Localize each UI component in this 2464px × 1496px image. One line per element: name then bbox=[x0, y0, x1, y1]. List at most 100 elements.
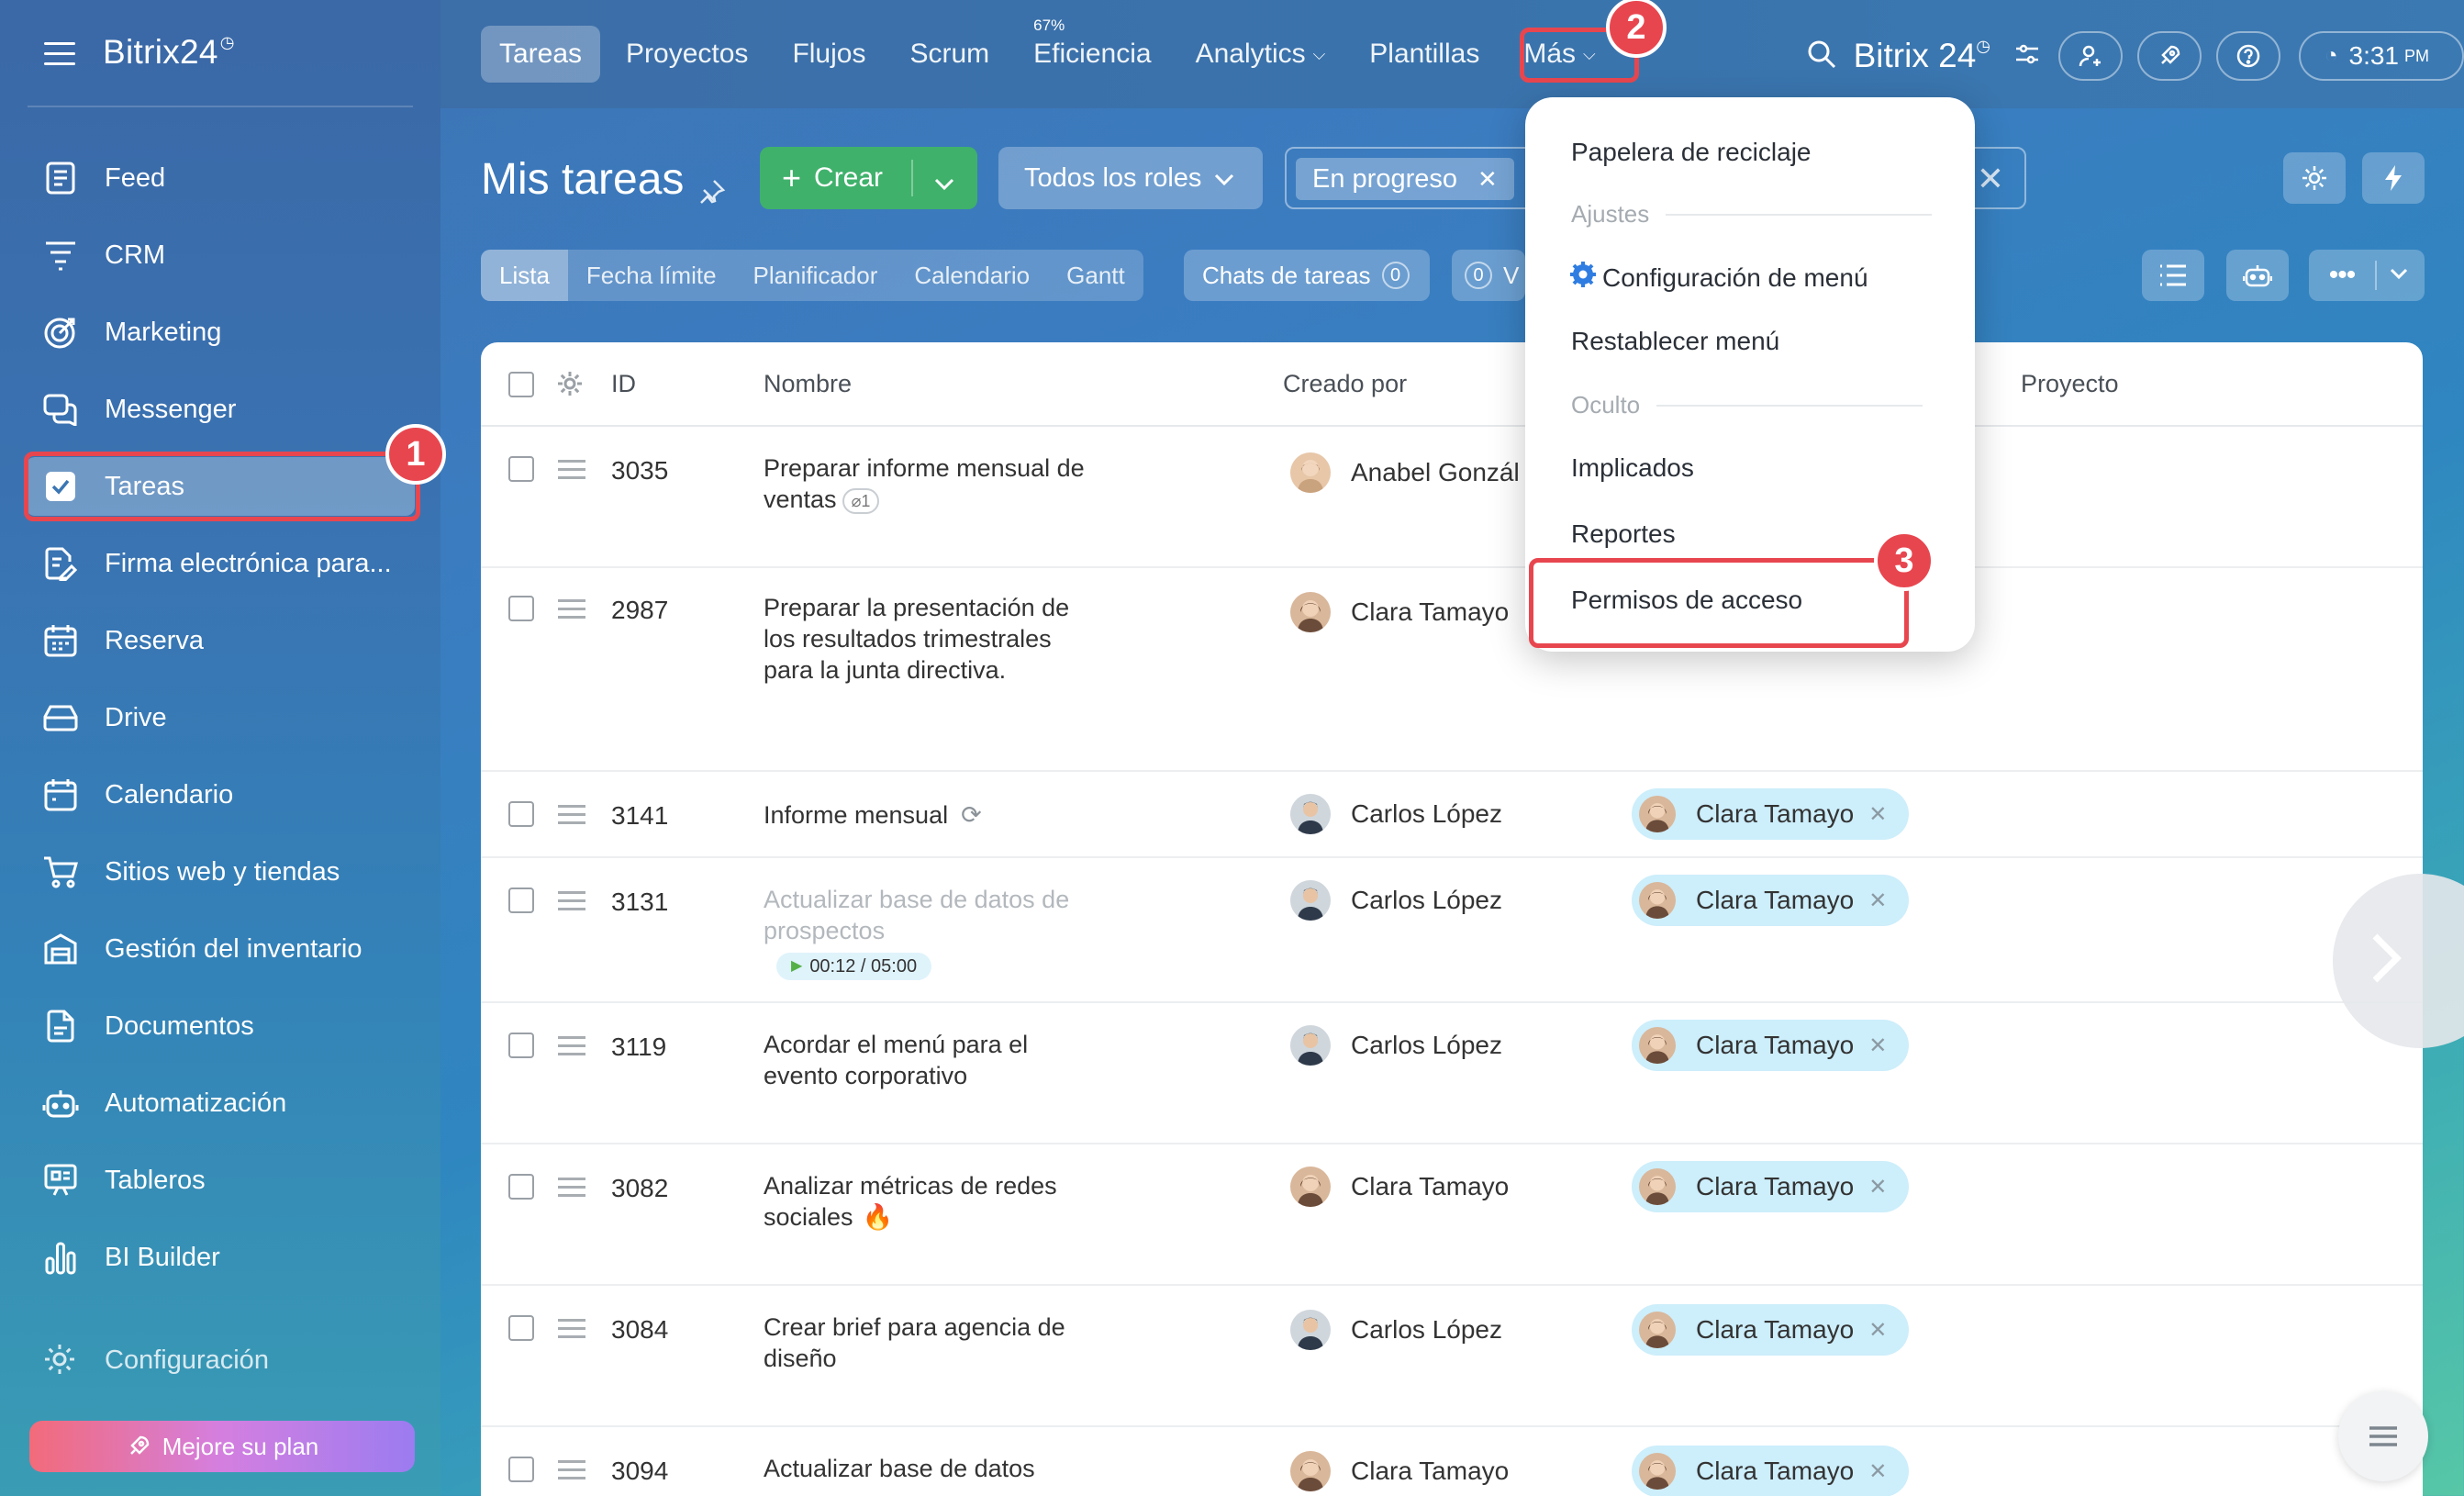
row-checkbox[interactable] bbox=[508, 1457, 534, 1482]
counter-filter-button[interactable]: 0V bbox=[1452, 250, 1525, 301]
column-settings-gear-icon[interactable] bbox=[556, 370, 584, 404]
chevron-down-icon[interactable] bbox=[2390, 267, 2408, 284]
search-icon[interactable] bbox=[1806, 39, 1837, 74]
sidebar-item-crm[interactable]: CRM bbox=[26, 217, 422, 294]
row-checkbox[interactable] bbox=[508, 1033, 534, 1058]
drag-handle-icon[interactable] bbox=[558, 1319, 585, 1344]
row-checkbox[interactable] bbox=[508, 801, 534, 827]
created-by[interactable]: Clara Tamayo bbox=[1290, 1167, 1509, 1207]
task-name[interactable]: Informe mensual ⟳ bbox=[764, 799, 1094, 831]
tab-tasks[interactable]: Tareas bbox=[481, 26, 601, 83]
rocket-button[interactable] bbox=[2137, 31, 2202, 81]
created-by[interactable]: Carlos López bbox=[1290, 1025, 1502, 1066]
sidebar-item-sites[interactable]: Sitios web y tiendas bbox=[26, 833, 422, 910]
close-icon[interactable]: ✕ bbox=[1868, 1174, 1887, 1200]
created-by[interactable]: Clara Tamayo bbox=[1290, 1451, 1509, 1491]
sidebar-item-documents[interactable]: Documentos bbox=[26, 988, 422, 1065]
menu-item-involved[interactable]: Implicados bbox=[1571, 453, 1694, 483]
view-tab-planner[interactable]: Planificador bbox=[735, 250, 897, 301]
sidebar-item-e-signature[interactable]: Firma electrónica para... bbox=[26, 525, 422, 602]
sidebar-item-tasks[interactable]: Tareas bbox=[24, 448, 422, 525]
created-by[interactable]: Clara Tamayo bbox=[1290, 592, 1509, 632]
create-button[interactable]: + Crear bbox=[760, 147, 977, 209]
drag-handle-icon[interactable] bbox=[558, 805, 585, 830]
task-name[interactable]: Acordar el menú para el evento corporati… bbox=[764, 1029, 1094, 1091]
clear-filter-icon[interactable]: ✕ bbox=[1977, 160, 2004, 198]
row-checkbox[interactable] bbox=[508, 888, 534, 913]
view-tab-calendar[interactable]: Calendario bbox=[896, 250, 1048, 301]
pin-icon[interactable] bbox=[698, 166, 726, 204]
created-by[interactable]: Carlos López bbox=[1290, 1310, 1502, 1350]
tab-flows[interactable]: Flujos bbox=[774, 26, 884, 83]
select-all-checkbox[interactable] bbox=[508, 372, 534, 397]
menu-item-reports[interactable]: Reportes bbox=[1571, 519, 1676, 549]
list-view-button[interactable] bbox=[2142, 250, 2204, 301]
roles-dropdown[interactable]: Todos los roles bbox=[998, 147, 1263, 209]
responsible-chip[interactable]: Clara Tamayo ✕ bbox=[1632, 788, 1910, 840]
drag-handle-icon[interactable] bbox=[558, 1036, 585, 1061]
close-icon[interactable]: ✕ bbox=[1868, 1458, 1887, 1485]
task-name[interactable]: Actualizar base de datos de prospectos ▶ 0… bbox=[764, 884, 1094, 980]
table-row[interactable]: 3082 Analizar métricas de redes sociales… bbox=[481, 1144, 2423, 1286]
column-header-created-by[interactable]: Creado por bbox=[1283, 370, 1407, 398]
task-name[interactable]: Actualizar base de datos bbox=[764, 1453, 1094, 1484]
task-name[interactable]: Analizar métricas de redes sociales 🔥 bbox=[764, 1170, 1094, 1233]
task-name[interactable]: Preparar informe mensual de ventas ⌀ 1 bbox=[764, 452, 1094, 515]
table-row[interactable]: 3119 Acordar el menú para el evento corp… bbox=[481, 1003, 2423, 1144]
created-by[interactable]: Carlos López bbox=[1290, 880, 1502, 921]
table-row[interactable]: 3084 Crear brief para agencia de diseño … bbox=[481, 1286, 2423, 1427]
chevron-down-icon[interactable] bbox=[934, 167, 954, 198]
work-time-clock[interactable]: ◔ 3:31 PM bbox=[2299, 31, 2464, 81]
more-actions-button[interactable]: ••• bbox=[2309, 250, 2425, 301]
app-logo[interactable]: Bitrix24 ◷ bbox=[103, 33, 235, 72]
drag-handle-icon[interactable] bbox=[558, 891, 585, 916]
responsible-chip[interactable]: Clara Tamayo ✕ bbox=[1632, 1446, 1910, 1496]
robots-button[interactable] bbox=[2226, 250, 2289, 301]
sidebar-item-drive[interactable]: Drive bbox=[26, 679, 422, 756]
sidebar-config[interactable]: Configuración bbox=[42, 1342, 269, 1379]
responsible-chip[interactable]: Clara Tamayo ✕ bbox=[1632, 1020, 1910, 1071]
sidebar-item-messenger[interactable]: Messenger bbox=[26, 371, 422, 448]
drag-handle-icon[interactable] bbox=[558, 460, 585, 485]
sidebar-item-marketing[interactable]: Marketing bbox=[26, 294, 422, 371]
view-tab-deadline[interactable]: Fecha límite bbox=[568, 250, 735, 301]
drag-handle-icon[interactable] bbox=[558, 599, 585, 624]
close-icon[interactable]: ✕ bbox=[1868, 801, 1887, 828]
created-by[interactable]: Anabel Gonzál bbox=[1290, 452, 1520, 493]
sidebar-item-automation[interactable]: Automatización bbox=[26, 1065, 422, 1142]
floating-list-button[interactable] bbox=[2338, 1391, 2428, 1481]
row-checkbox[interactable] bbox=[508, 456, 534, 482]
task-timer[interactable]: ▶ 00:12 / 05:00 bbox=[776, 953, 932, 980]
tab-analytics[interactable]: Analytics ⌵ bbox=[1177, 26, 1344, 83]
sidebar-item-inventory[interactable]: Gestión del inventario bbox=[26, 910, 422, 988]
tab-templates[interactable]: Plantillas bbox=[1351, 26, 1498, 83]
responsible-chip[interactable]: Clara Tamayo ✕ bbox=[1632, 875, 1910, 926]
table-row[interactable]: 3131 Actualizar base de datos de prospec… bbox=[481, 858, 2423, 1003]
table-row[interactable]: 2987 Preparar la presentación de los res… bbox=[481, 568, 2423, 772]
upgrade-plan-button[interactable]: Mejore su plan bbox=[29, 1421, 415, 1472]
table-row[interactable]: 3094 Actualizar base de datos Clara Tama… bbox=[481, 1427, 2423, 1496]
sidebar-item-calendar[interactable]: Calendario bbox=[26, 756, 422, 833]
table-row[interactable]: 3035 Preparar informe mensual de ventas ⌀… bbox=[481, 427, 2423, 568]
tab-efficiency[interactable]: 67% Eficiencia bbox=[1015, 17, 1169, 83]
close-icon[interactable]: ✕ bbox=[1868, 888, 1887, 914]
created-by[interactable]: Carlos López bbox=[1290, 794, 1502, 834]
drag-handle-icon[interactable] bbox=[558, 1460, 585, 1485]
column-header-name[interactable]: Nombre bbox=[764, 370, 852, 398]
menu-item-recycle-bin[interactable]: Papelera de reciclaje bbox=[1571, 138, 1812, 167]
filter-chip[interactable]: En progreso ✕ bbox=[1296, 158, 1514, 200]
sidebar-item-feed[interactable]: Feed bbox=[26, 140, 422, 217]
menu-item-menu-config[interactable]: Configuración de menú bbox=[1569, 261, 1868, 295]
sliders-icon[interactable] bbox=[2014, 42, 2040, 71]
task-name[interactable]: Preparar la presentación de los resultad… bbox=[764, 592, 1094, 686]
table-row[interactable]: 3141 Informe mensual ⟳ Carlos López Clara… bbox=[481, 772, 2423, 858]
attachment-tag[interactable]: ⌀ 1 bbox=[842, 487, 880, 514]
row-checkbox[interactable] bbox=[508, 1174, 534, 1200]
task-name[interactable]: Crear brief para agencia de diseño bbox=[764, 1312, 1094, 1374]
menu-item-reset-menu[interactable]: Restablecer menú bbox=[1571, 327, 1779, 356]
automation-flash-button[interactable] bbox=[2362, 152, 2425, 204]
settings-button[interactable] bbox=[2283, 152, 2346, 204]
close-icon[interactable]: ✕ bbox=[1477, 165, 1498, 194]
close-icon[interactable]: ✕ bbox=[1868, 1317, 1887, 1344]
tab-projects[interactable]: Proyectos bbox=[608, 26, 766, 83]
